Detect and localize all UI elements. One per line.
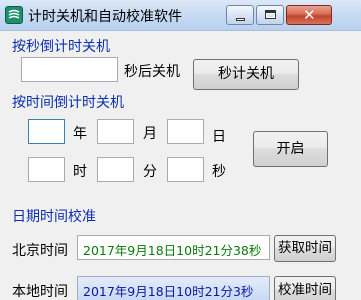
countdown-seconds-button[interactable]: 秒计关机 (193, 59, 299, 90)
countdown-seconds-button-label: 秒计关机 (218, 66, 274, 82)
month-input[interactable] (97, 119, 134, 144)
calibrate-time-button[interactable]: 校准时间 (274, 276, 336, 300)
get-time-button-label: 获取时间 (278, 240, 332, 256)
calibration-title: 日期时间校准 (12, 209, 96, 225)
minute-input[interactable] (97, 157, 134, 182)
seconds-suffix-label: 秒后关机 (124, 64, 180, 80)
year-label: 年 (73, 126, 87, 142)
maximize-icon (265, 10, 276, 19)
minimize-button[interactable] (226, 5, 254, 25)
countdown-seconds-title: 按秒倒计时关机 (12, 39, 110, 55)
second-input[interactable] (167, 157, 204, 182)
year-input[interactable] (28, 119, 65, 144)
start-button[interactable]: 开启 (253, 131, 328, 167)
hour-label: 时 (73, 164, 87, 180)
local-time-display: 2017年9月18日10时21分3秒 (77, 276, 270, 300)
countdown-time-title: 按时间倒计时关机 (12, 95, 124, 111)
local-time-label: 本地时间 (12, 284, 68, 300)
app-logo-icon (5, 6, 23, 24)
beijing-time-label: 北京时间 (12, 243, 68, 259)
seconds-input[interactable] (21, 57, 118, 82)
start-button-label: 开启 (276, 141, 305, 157)
hour-input[interactable] (28, 157, 65, 182)
window-title: 计时关机和自动校准软件 (28, 9, 182, 25)
app-window: 计时关机和自动校准软件 ✕ 按秒倒计时关机 秒后关机 秒计关机 按时间倒计时关机… (0, 0, 361, 300)
get-time-button[interactable]: 获取时间 (274, 235, 336, 262)
close-icon: ✕ (303, 6, 316, 24)
title-bar[interactable]: 计时关机和自动校准软件 ✕ (0, 0, 361, 31)
calibrate-time-button-label: 校准时间 (278, 282, 332, 298)
month-label: 月 (143, 126, 157, 142)
minute-label: 分 (143, 164, 157, 180)
maximize-button[interactable] (256, 5, 284, 25)
day-label: 日 (212, 129, 226, 145)
minimize-icon (236, 18, 245, 21)
close-button[interactable]: ✕ (286, 5, 332, 25)
day-input[interactable] (167, 119, 204, 144)
second-label: 秒 (212, 164, 226, 180)
beijing-time-display: 2017年9月18日10时21分38秒 (77, 235, 270, 260)
